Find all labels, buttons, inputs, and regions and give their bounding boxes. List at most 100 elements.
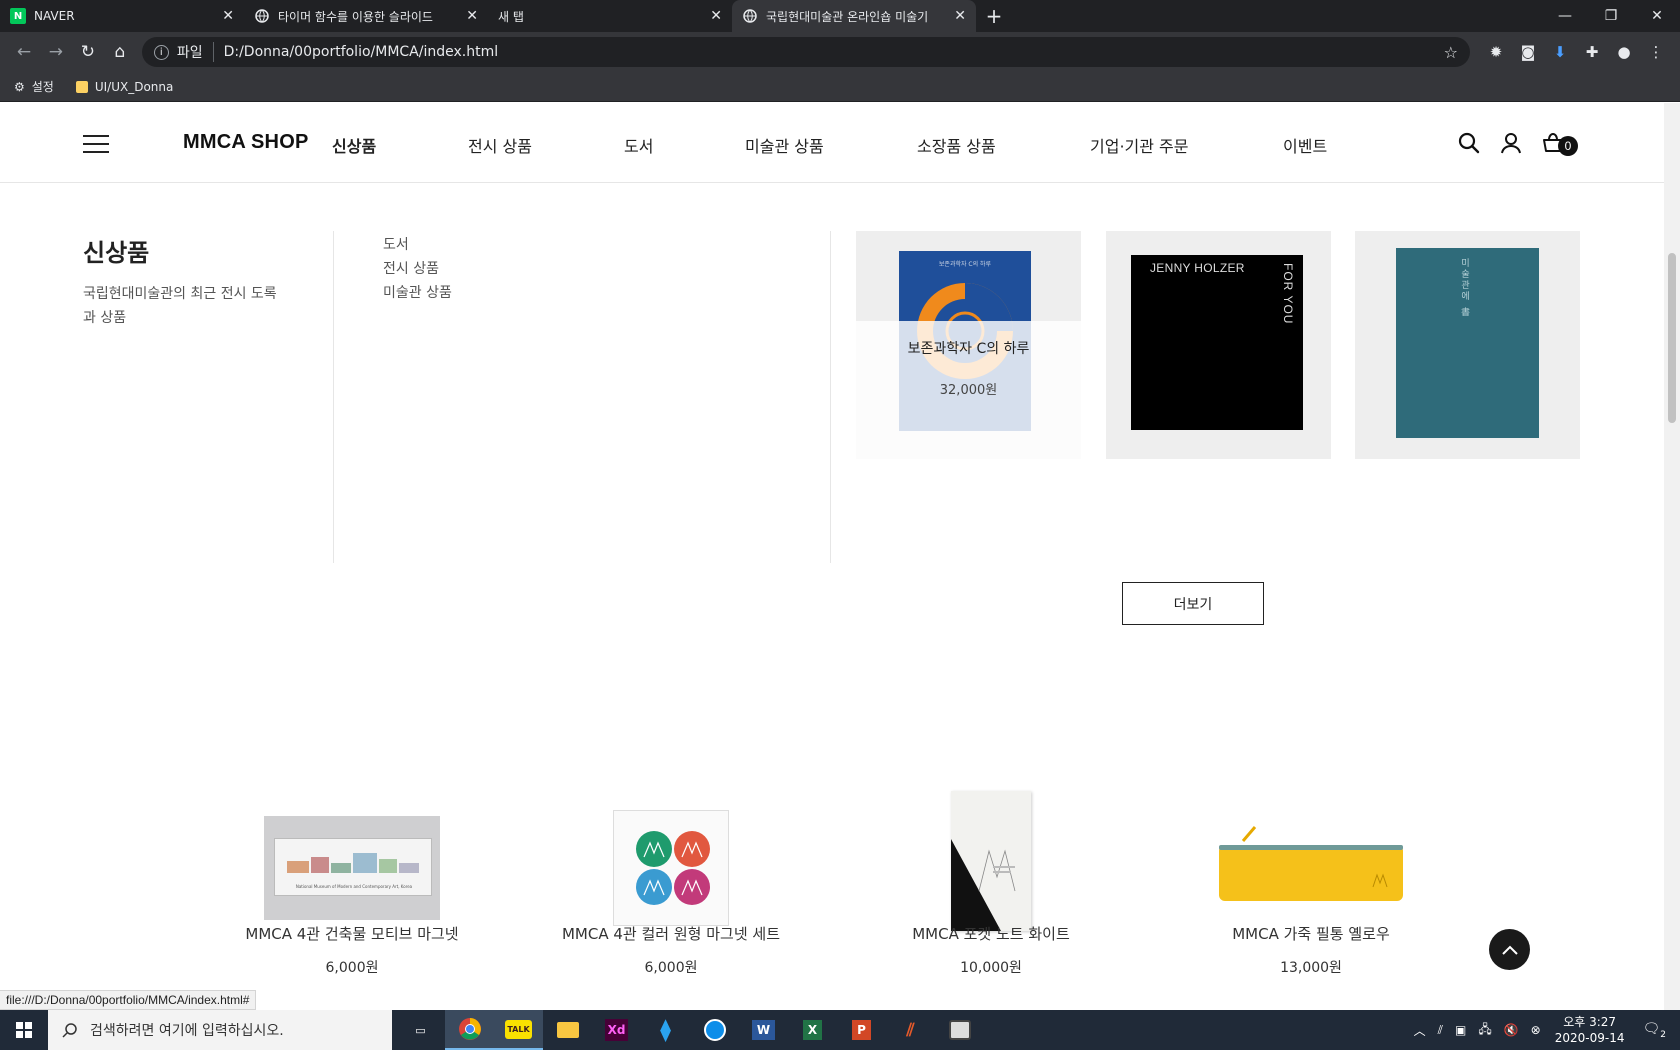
featured-card-1[interactable]: 보존과학자 C의 하루 보존과학자 C의 하루 32,000원 xyxy=(856,231,1081,459)
pencil-case-image xyxy=(1219,826,1403,901)
forward-icon[interactable]: → xyxy=(40,36,72,68)
tab-mmca[interactable]: 국립현대미술관 온라인숍 미술기 ✕ xyxy=(732,0,976,32)
close-tab-icon[interactable]: ✕ xyxy=(466,8,478,24)
windows-logo-icon xyxy=(16,1022,32,1038)
nav-museum[interactable]: 미술관 상품 xyxy=(745,133,917,157)
tab-title: 타이머 함수를 이용한 슬라이드 xyxy=(278,9,433,24)
nav-event[interactable]: 이벤트 xyxy=(1283,133,1327,157)
clock-time: 오후 3:27 xyxy=(1563,1015,1617,1029)
bookmark-settings[interactable]: ⚙ 설정 xyxy=(14,78,54,95)
nav-new[interactable]: 신상품 xyxy=(332,133,468,157)
clock-date: 2020-09-14 xyxy=(1554,1031,1625,1045)
card-product-name: 보존과학자 C의 하루 xyxy=(907,341,1030,357)
chevron-up-icon[interactable]: ︿ xyxy=(1408,1022,1432,1039)
product-name: MMCA 포켓 노트 화이트 xyxy=(912,925,1070,943)
product-price: 6,000원 xyxy=(644,960,698,976)
download-extension-icon[interactable]: ⬇ xyxy=(1544,36,1576,68)
bookmark-star-icon[interactable]: ☆ xyxy=(1444,43,1458,62)
back-icon[interactable]: ← xyxy=(8,36,40,68)
bookmark-folder[interactable]: UI/UX_Donna xyxy=(75,79,174,94)
restore-icon[interactable]: ❐ xyxy=(1588,0,1634,32)
submenu-museum[interactable]: 미술관 상품 xyxy=(383,281,452,305)
file-explorer-icon[interactable] xyxy=(543,1010,592,1050)
word-icon[interactable]: W xyxy=(739,1010,788,1050)
book-cover-title: JENNY HOLZER xyxy=(1150,261,1245,275)
display-icon[interactable]: ▣ xyxy=(1449,1023,1472,1037)
network-icon[interactable]: 🖧 xyxy=(1472,1020,1497,1041)
tray-app-icon[interactable]: ⫽ xyxy=(1432,1023,1449,1038)
menu-kebab-icon[interactable]: ⋮ xyxy=(1640,36,1672,68)
product-price: 6,000원 xyxy=(325,960,379,976)
magnet-set-image xyxy=(636,831,710,905)
featured-card-2[interactable]: JENNY HOLZER FOR YOU xyxy=(1106,231,1331,459)
volume-muted-icon[interactable]: 🔇 xyxy=(1498,1023,1525,1037)
winrar-icon[interactable]: ⫽ xyxy=(886,1010,935,1050)
search-icon[interactable] xyxy=(1457,131,1481,155)
product-price: 10,000원 xyxy=(960,960,1022,976)
settings-extension-icon[interactable]: ✹ xyxy=(1480,36,1512,68)
close-tab-icon[interactable]: ✕ xyxy=(222,8,234,24)
info-icon[interactable]: i xyxy=(153,44,169,60)
scrollbar-thumb[interactable] xyxy=(1668,253,1676,423)
new-tab-button[interactable]: + xyxy=(976,0,1012,32)
naver-icon: N xyxy=(10,8,26,24)
taskbar-clock[interactable]: 오후 3:27 2020-09-14 xyxy=(1547,1014,1633,1046)
nav-exhibition[interactable]: 전시 상품 xyxy=(468,133,624,157)
book-cover-side-text: FOR YOU xyxy=(1281,263,1295,325)
tab-naver[interactable]: N NAVER ✕ xyxy=(0,0,244,32)
nav-corporate[interactable]: 기업·기관 주문 xyxy=(1090,133,1283,157)
user-icon[interactable] xyxy=(1499,131,1523,155)
more-button[interactable]: 더보기 xyxy=(1122,582,1264,625)
book-cover-image: JENNY HOLZER FOR YOU xyxy=(1131,255,1303,430)
home-icon[interactable]: ⌂ xyxy=(104,36,136,68)
cart-count-badge: 0 xyxy=(1558,136,1578,156)
submenu-exhibition[interactable]: 전시 상품 xyxy=(383,257,452,281)
notification-icon[interactable]: 🗨2 xyxy=(1632,1021,1680,1040)
camera-extension-icon[interactable]: ◙ xyxy=(1512,36,1544,68)
extensions-area: ✹ ◙ ⬇ ✚ ● ⋮ xyxy=(1480,36,1672,68)
tab-slide[interactable]: 타이머 함수를 이용한 슬라이드 ✕ xyxy=(244,0,488,32)
taskbar-search-box[interactable]: 검색하려면 여기에 입력하십시오. xyxy=(48,1010,392,1050)
vscode-icon[interactable]: ⧫ xyxy=(641,1010,690,1050)
excel-icon[interactable]: X xyxy=(788,1010,837,1050)
mega-submenu: 도서 전시 상품 미술관 상품 xyxy=(383,233,452,305)
tab-new[interactable]: 새 탭 ✕ xyxy=(488,0,732,32)
nav-collection[interactable]: 소장품 상품 xyxy=(917,133,1090,157)
hamburger-menu-icon[interactable] xyxy=(83,135,109,153)
chrome-icon[interactable] xyxy=(445,1010,494,1050)
page-scrollbar[interactable] xyxy=(1664,103,1680,1010)
task-view-icon[interactable]: ▭ xyxy=(396,1010,445,1050)
submenu-books[interactable]: 도서 xyxy=(383,233,452,257)
adobe-xd-icon[interactable]: Xd xyxy=(592,1010,641,1050)
bookmark-label: UI/UX_Donna xyxy=(94,79,174,94)
minimize-icon[interactable]: — xyxy=(1542,0,1588,32)
product-name: MMCA 4관 컬러 원형 마그넷 세트 xyxy=(561,925,780,943)
windows-start-button[interactable] xyxy=(0,1010,48,1050)
powerpoint-icon[interactable]: P xyxy=(837,1010,886,1050)
profile-icon[interactable]: ● xyxy=(1608,36,1640,68)
product-name: MMCA 가죽 필통 옐로우 xyxy=(1232,925,1390,943)
site-logo[interactable]: MMCA SHOP xyxy=(183,131,309,154)
nav-books[interactable]: 도서 xyxy=(624,133,745,157)
puzzle-icon[interactable]: ✚ xyxy=(1576,36,1608,68)
status-url-bubble: file:///D:/Donna/00portfolio/MMCA/index.… xyxy=(0,990,257,1010)
book-cover-title: 미술관에 書 xyxy=(1459,258,1469,318)
system-tray: ︿ ⫽ ▣ 🖧 🔇 ⊗ 오후 3:27 2020-09-14 🗨2 xyxy=(1408,1010,1680,1050)
notification-count: 2 xyxy=(1660,1029,1666,1040)
magnet-image: National Museum of Modern and Contempora… xyxy=(274,838,432,896)
featured-card-3[interactable]: 미술관에 書 xyxy=(1355,231,1580,459)
teamviewer-icon[interactable] xyxy=(690,1010,739,1050)
product-image xyxy=(1213,821,1409,909)
kakaotalk-icon[interactable]: TALK xyxy=(494,1010,543,1050)
app-icon[interactable] xyxy=(935,1010,984,1050)
scroll-to-top-button[interactable] xyxy=(1489,929,1530,970)
close-tab-icon[interactable]: ✕ xyxy=(954,8,966,24)
tab-title: NAVER xyxy=(34,9,75,23)
close-window-icon[interactable]: ✕ xyxy=(1634,0,1680,32)
taskbar-search-placeholder: 검색하려면 여기에 입력하십시오. xyxy=(90,1023,284,1039)
product-image xyxy=(613,810,729,926)
reload-icon[interactable]: ↻ xyxy=(72,36,104,68)
close-tab-icon[interactable]: ✕ xyxy=(710,8,722,24)
tray-close-icon[interactable]: ⊗ xyxy=(1525,1023,1547,1037)
address-bar[interactable]: i 파일 D:/Donna/00portfolio/MMCA/index.htm… xyxy=(141,37,1470,67)
